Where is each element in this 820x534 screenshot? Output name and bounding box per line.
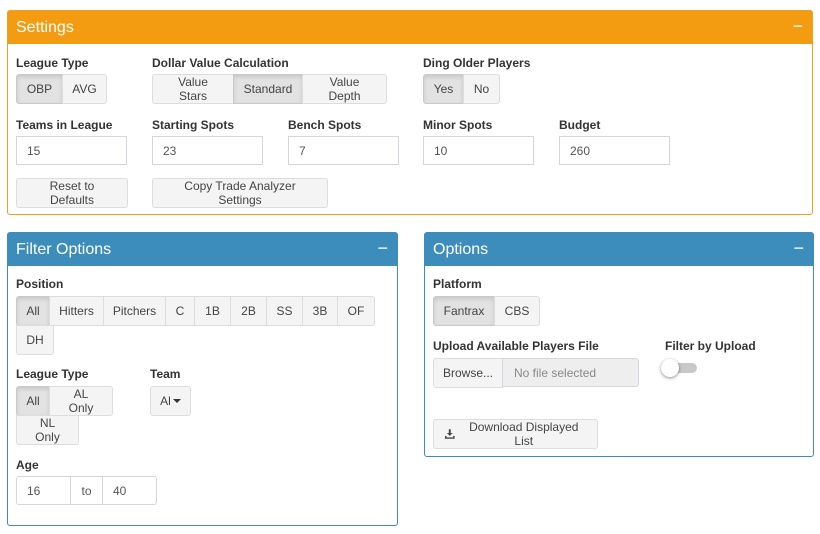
settings-panel: Settings − League Type OBP AVG Dollar Va… (7, 10, 813, 215)
options-header: Options − (425, 233, 813, 266)
league-type-avg-button[interactable]: AVG (62, 74, 107, 104)
toggle-knob (661, 359, 679, 377)
starting-input[interactable]: 23 (152, 136, 263, 165)
minor-input[interactable]: 10 (423, 136, 534, 165)
ding-yes-button[interactable]: Yes (423, 74, 464, 104)
download-icon (444, 429, 455, 439)
team-dropdown-value: Al (160, 394, 171, 408)
position-all-button[interactable]: All (16, 296, 50, 326)
filter-league-type-group: All AL Only (16, 386, 113, 416)
filter-header: Filter Options − (8, 233, 397, 266)
league-type-obp-button[interactable]: OBP (16, 74, 63, 104)
minor-label: Minor Spots (423, 118, 493, 132)
bench-input[interactable]: 7 (288, 136, 399, 165)
budget-input[interactable]: 260 (559, 136, 670, 165)
options-title: Options (433, 241, 489, 258)
age-from-input[interactable]: 16 (16, 476, 71, 505)
copy-trade-settings-button[interactable]: Copy Trade Analyzer Settings (152, 178, 328, 208)
download-list-button[interactable]: Download Displayed List (433, 419, 598, 449)
team-dropdown[interactable]: Al (150, 386, 191, 416)
position-dh-button[interactable]: DH (16, 325, 54, 355)
age-to-addon: to (70, 476, 103, 505)
league-type-group: OBP AVG (16, 74, 107, 104)
ding-older-group: Yes No (423, 74, 500, 104)
position-pitchers-button[interactable]: Pitchers (103, 296, 166, 326)
ding-older-label: Ding Older Players (423, 56, 531, 70)
position-of-button[interactable]: OF (337, 296, 375, 326)
settings-title: Settings (16, 19, 74, 36)
position-hitters-button[interactable]: Hitters (49, 296, 104, 326)
browse-button[interactable]: Browse... (433, 358, 503, 388)
starting-label: Starting Spots (152, 118, 235, 132)
options-panel: Options − Platform Fantrax CBS Upload Av… (424, 232, 814, 457)
upload-label: Upload Available Players File (433, 339, 599, 353)
dollar-value-group: Value Stars Standard Value Depth (152, 74, 387, 104)
dollar-value-label: Dollar Value Calculation (152, 56, 289, 70)
position-2b-button[interactable]: 2B (230, 296, 267, 326)
value-stars-button[interactable]: Value Stars (152, 74, 234, 104)
filter-collapse-icon[interactable]: − (377, 239, 388, 260)
filter-title: Filter Options (16, 241, 112, 258)
standard-button[interactable]: Standard (233, 74, 303, 104)
age-label: Age (16, 458, 39, 472)
settings-header: Settings − (8, 11, 812, 44)
download-list-label: Download Displayed List (469, 420, 579, 448)
team-label: Team (150, 367, 181, 381)
league-al-only-button[interactable]: AL Only (49, 386, 113, 416)
platform-group: Fantrax CBS (433, 296, 540, 326)
value-depth-button[interactable]: Value Depth (302, 74, 387, 104)
bench-label: Bench Spots (288, 118, 362, 132)
caret-down-icon (172, 399, 181, 403)
position-group: All Hitters Pitchers C 1B 2B SS 3B OF (16, 296, 375, 326)
position-c-button[interactable]: C (165, 296, 195, 326)
platform-fantrax-button[interactable]: Fantrax (433, 296, 495, 326)
league-all-button[interactable]: All (16, 386, 50, 416)
position-label: Position (16, 277, 64, 291)
age-to-input[interactable]: 40 (102, 476, 157, 505)
filter-options-panel: Filter Options − Position All Hitters Pi… (7, 232, 398, 526)
budget-label: Budget (559, 118, 601, 132)
position-3b-button[interactable]: 3B (302, 296, 338, 326)
platform-cbs-button[interactable]: CBS (494, 296, 540, 326)
settings-collapse-icon[interactable]: − (792, 17, 803, 38)
league-nl-only-button[interactable]: NL Only (16, 415, 79, 445)
filter-league-type-label: League Type (16, 367, 89, 381)
upload-file-field[interactable]: No file selected (502, 358, 639, 387)
filter-upload-toggle[interactable] (661, 359, 697, 377)
teams-label: Teams in League (16, 118, 113, 132)
reset-defaults-button[interactable]: Reset to Defaults (16, 178, 128, 208)
position-1b-button[interactable]: 1B (194, 296, 231, 326)
platform-label: Platform (433, 277, 482, 291)
position-ss-button[interactable]: SS (266, 296, 303, 326)
options-collapse-icon[interactable]: − (793, 239, 804, 260)
league-type-label: League Type (16, 56, 89, 70)
ding-no-button[interactable]: No (463, 74, 500, 104)
filter-upload-label: Filter by Upload (665, 339, 756, 353)
teams-input[interactable]: 15 (16, 136, 127, 165)
